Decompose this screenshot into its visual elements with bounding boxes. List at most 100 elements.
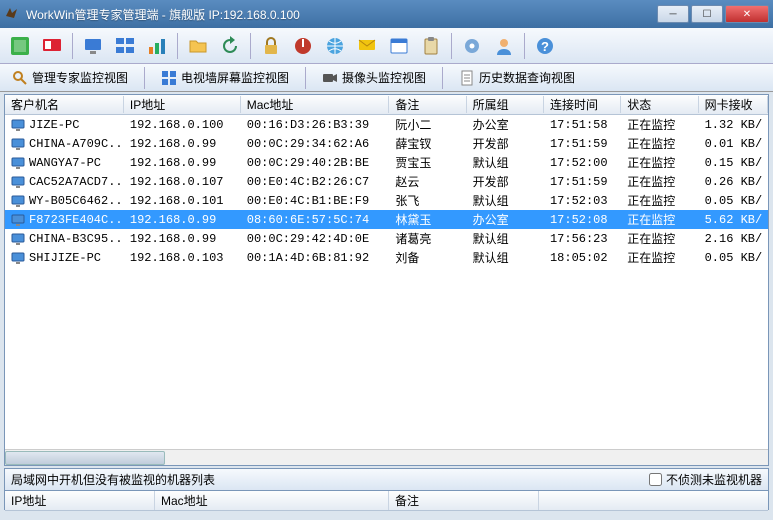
bcol-note[interactable]: 备注 (389, 491, 539, 510)
cell-note: 刘备 (389, 249, 466, 266)
tool-window-icon[interactable] (385, 32, 413, 60)
cell-mac: 00:1A:4D:6B:81:92 (241, 251, 390, 265)
bottom-table: IP地址 Mac地址 备注 (4, 490, 769, 510)
cell-note: 诸葛亮 (389, 230, 466, 247)
col-net[interactable]: 网卡接收 (699, 96, 768, 113)
view-tabbar: 管理专家监控视图 电视墙屏幕监控视图 摄像头监控视图 历史数据查询视图 (0, 64, 773, 92)
search-icon (12, 70, 28, 86)
cell-name: WY-B05C6462... (5, 194, 124, 208)
bottom-table-header: IP地址 Mac地址 备注 (5, 491, 768, 511)
tab-expert-view[interactable]: 管理专家监控视图 (6, 66, 134, 89)
cell-status: 正在监控 (621, 154, 698, 171)
cell-name: CAC52A7ACD7... (5, 175, 124, 189)
tool-refresh-icon[interactable] (216, 32, 244, 60)
toolbar-separator (451, 33, 452, 59)
tool-clipboard-icon[interactable] (417, 32, 445, 60)
titlebar: WorkWin管理专家管理端 - 旗舰版 IP:192.168.0.100 ─ … (0, 0, 773, 28)
no-detect-checkbox[interactable]: 不侦测未监视机器 (649, 471, 762, 488)
tool-help-icon[interactable]: ? (531, 32, 559, 60)
cell-status: 正在监控 (621, 173, 698, 190)
cell-note: 赵云 (389, 173, 466, 190)
table-row[interactable]: JIZE-PC192.168.0.10000:16:D3:26:B3:39阮小二… (5, 115, 768, 134)
table-row[interactable]: WY-B05C6462...192.168.0.10100:E0:4C:B1:B… (5, 191, 768, 210)
tab-separator (442, 67, 443, 89)
tool-settings-icon[interactable] (458, 32, 486, 60)
col-mac[interactable]: Mac地址 (241, 96, 390, 113)
cell-ip: 192.168.0.99 (124, 156, 241, 170)
window-buttons: ─ ☐ ✕ (657, 5, 769, 23)
table-row[interactable]: SHIJIZE-PC192.168.0.10300:1A:4D:6B:81:92… (5, 248, 768, 267)
maximize-button[interactable]: ☐ (691, 5, 723, 23)
table-row[interactable]: CHINA-B3C95...192.168.0.9900:0C:29:42:4D… (5, 229, 768, 248)
pc-icon (11, 214, 25, 226)
table-row[interactable]: CHINA-A709C...192.168.0.9900:0C:29:34:62… (5, 134, 768, 153)
col-group[interactable]: 所属组 (467, 96, 544, 113)
tool-power-icon[interactable] (289, 32, 317, 60)
cell-group: 默认组 (467, 249, 544, 266)
tool-lock-icon[interactable] (257, 32, 285, 60)
cell-status: 正在监控 (621, 230, 698, 247)
cell-note: 贾宝玉 (389, 154, 466, 171)
tool-folder-icon[interactable] (184, 32, 212, 60)
cell-net: 2.16 KB/ (699, 232, 768, 246)
cell-group: 开发部 (467, 173, 544, 190)
cell-name: SHIJIZE-PC (5, 251, 124, 265)
cell-group: 默认组 (467, 154, 544, 171)
tool-screens-icon[interactable] (111, 32, 139, 60)
cell-note: 张飞 (389, 192, 466, 209)
col-client-name[interactable]: 客户机名 (5, 96, 124, 113)
bottom-header: 局域网中开机但没有被监视的机器列表 不侦测未监视机器 (4, 468, 769, 490)
table-row[interactable]: WANGYA7-PC192.168.0.9900:0C:29:40:2B:BE贾… (5, 153, 768, 172)
cell-ip: 192.168.0.99 (124, 232, 241, 246)
cell-group: 开发部 (467, 135, 544, 152)
cell-group: 默认组 (467, 192, 544, 209)
tool-icon-2[interactable] (38, 32, 66, 60)
table-row[interactable]: CAC52A7ACD7...192.168.0.10700:E0:4C:B2:2… (5, 172, 768, 191)
cell-mac: 00:E0:4C:B1:BE:F9 (241, 194, 390, 208)
close-button[interactable]: ✕ (725, 5, 769, 23)
tab-history-view[interactable]: 历史数据查询视图 (453, 66, 581, 89)
cell-status: 正在监控 (621, 135, 698, 152)
cell-ip: 192.168.0.100 (124, 118, 241, 132)
cell-ip: 192.168.0.107 (124, 175, 241, 189)
tool-icon-1[interactable] (6, 32, 34, 60)
cell-time: 17:52:08 (544, 213, 621, 227)
tool-chart-icon[interactable] (143, 32, 171, 60)
toolbar-separator (524, 33, 525, 59)
bcol-mac[interactable]: Mac地址 (155, 491, 389, 510)
toolbar-separator (72, 33, 73, 59)
scrollbar-thumb[interactable] (5, 451, 165, 465)
cell-time: 17:52:03 (544, 194, 621, 208)
bcol-ip[interactable]: IP地址 (5, 491, 155, 510)
main-toolbar: ? (0, 28, 773, 64)
pc-icon (11, 157, 25, 169)
tab-label: 电视墙屏幕监控视图 (181, 69, 289, 86)
tool-monitor-icon[interactable] (79, 32, 107, 60)
tab-camera-view[interactable]: 摄像头监控视图 (316, 66, 432, 89)
table-row[interactable]: F8723FE404C...192.168.0.9908:60:6E:57:5C… (5, 210, 768, 229)
col-time[interactable]: 连接时间 (544, 96, 621, 113)
bottom-panel: 局域网中开机但没有被监视的机器列表 不侦测未监视机器 IP地址 Mac地址 备注 (4, 468, 769, 510)
cell-group: 办公室 (467, 211, 544, 228)
tool-globe-icon[interactable] (321, 32, 349, 60)
tool-user-icon[interactable] (490, 32, 518, 60)
cell-mac: 00:0C:29:40:2B:BE (241, 156, 390, 170)
col-status[interactable]: 状态 (621, 96, 698, 113)
client-table: 客户机名 IP地址 Mac地址 备注 所属组 连接时间 状态 网卡接收 JIZE… (4, 94, 769, 466)
pc-icon (11, 176, 25, 188)
cell-ip: 192.168.0.99 (124, 213, 241, 227)
cell-net: 0.05 KB/ (699, 251, 768, 265)
cell-mac: 00:0C:29:42:4D:0E (241, 232, 390, 246)
bottom-title: 局域网中开机但没有被监视的机器列表 (11, 471, 215, 488)
cell-mac: 00:16:D3:26:B3:39 (241, 118, 390, 132)
minimize-button[interactable]: ─ (657, 5, 689, 23)
cell-note: 阮小二 (389, 116, 466, 133)
no-detect-input[interactable] (649, 473, 662, 486)
tool-msg-icon[interactable] (353, 32, 381, 60)
cell-mac: 00:E0:4C:B2:26:C7 (241, 175, 390, 189)
horizontal-scrollbar[interactable] (5, 449, 768, 465)
tab-tvwall-view[interactable]: 电视墙屏幕监控视图 (155, 66, 295, 89)
col-ip[interactable]: IP地址 (124, 96, 241, 113)
col-note[interactable]: 备注 (389, 96, 466, 113)
camera-icon (322, 70, 338, 86)
